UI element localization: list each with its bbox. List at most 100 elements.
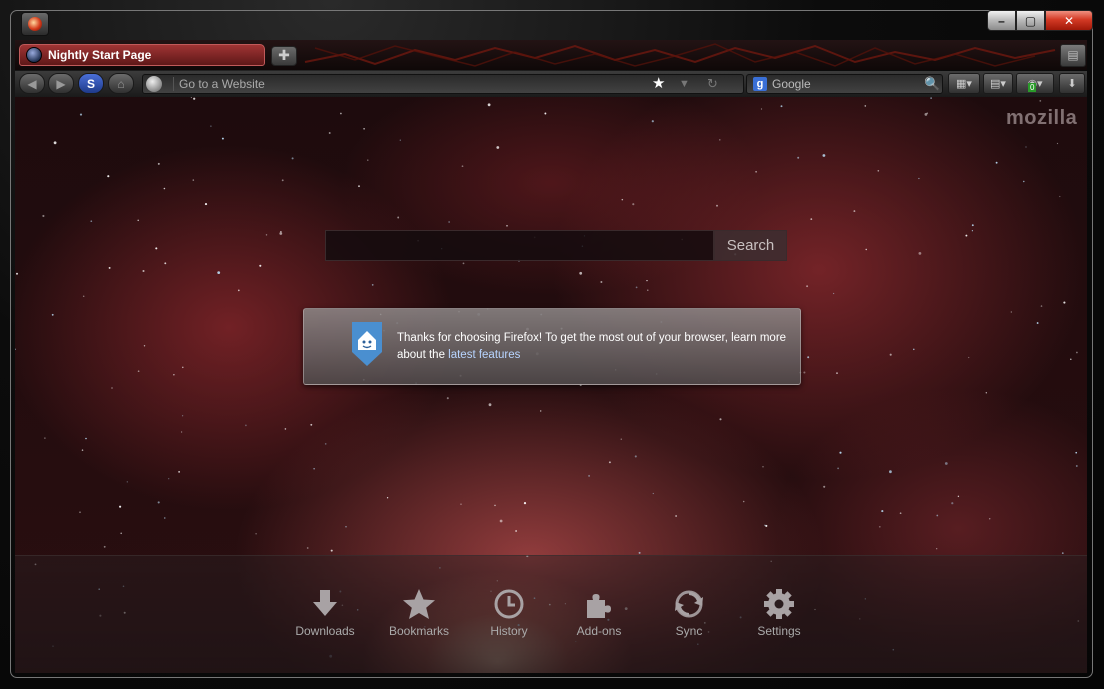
notifications-button[interactable]: ◉▾ 0: [1016, 73, 1054, 94]
new-tab-button[interactable]: ✚: [271, 46, 297, 66]
history-dropdown-icon[interactable]: ▼: [679, 75, 690, 93]
star-dot: [539, 410, 542, 412]
star-dot: [864, 105, 867, 107]
app-menu-button[interactable]: [21, 12, 49, 36]
launcher-label: Settings: [757, 624, 801, 638]
star-dot: [1059, 195, 1061, 198]
downloads-toolbar-button[interactable]: ⬇: [1059, 73, 1085, 94]
google-icon[interactable]: g: [753, 77, 767, 91]
star-dot: [155, 247, 158, 250]
launcher-downloads[interactable]: Downloads: [285, 586, 365, 638]
star-dot: [924, 113, 928, 116]
star-dot: [1075, 465, 1078, 467]
star-dot: [839, 451, 842, 454]
star-dot: [865, 248, 867, 251]
star-dot: [995, 161, 998, 164]
start-page: mozilla Search Thanks for choosing Firef…: [15, 97, 1087, 673]
star-dot: [446, 397, 449, 400]
star-dot: [190, 97, 193, 99]
star-dot: [399, 139, 401, 141]
star-dot: [137, 219, 139, 222]
start-search-input[interactable]: [325, 230, 714, 261]
star-dot: [832, 292, 835, 295]
star-dot: [386, 497, 389, 499]
url-input[interactable]: [179, 76, 649, 92]
star-dot: [79, 511, 81, 514]
star-dot: [719, 139, 721, 141]
star-dot: [600, 281, 603, 283]
star-dot: [119, 505, 122, 508]
bookmarks-menu-button[interactable]: ▤▾: [983, 73, 1013, 94]
launcher-sync[interactable]: Sync: [649, 586, 729, 638]
puzzle-icon: [587, 594, 611, 618]
star-dot: [878, 525, 881, 528]
star-dot: [719, 418, 722, 421]
launcher-label: History: [490, 624, 528, 638]
star-icon: [403, 589, 435, 619]
list-all-tabs-button[interactable]: ▤: [1060, 44, 1086, 67]
url-bar: ★ ▼ ↻: [142, 74, 744, 94]
minimize-button[interactable]: –: [987, 10, 1016, 31]
web-search-input[interactable]: [772, 76, 912, 92]
star-dot: [877, 169, 880, 172]
star-dot: [217, 271, 221, 274]
addon-toolbar-button[interactable]: ▦▾: [948, 73, 980, 94]
puzzle-piece-icon: ▦▾: [956, 78, 972, 90]
star-dot: [210, 125, 212, 127]
star-dot: [506, 224, 508, 227]
star-dot: [204, 203, 208, 206]
latest-features-link[interactable]: latest features: [448, 349, 520, 361]
search-magnifier-icon[interactable]: 🔍: [924, 75, 940, 93]
start-page-search: Search: [325, 230, 787, 261]
star-dot: [608, 461, 611, 464]
forward-button[interactable]: ▶: [48, 73, 74, 94]
star-dot: [462, 262, 465, 265]
star-dot: [881, 510, 884, 513]
reload-icon[interactable]: ↻: [707, 75, 718, 93]
star-dot: [957, 495, 960, 498]
mozilla-logo[interactable]: mozilla: [1006, 107, 1077, 130]
home-button[interactable]: ⌂: [108, 73, 134, 94]
firefox-house-icon: [352, 322, 382, 366]
star-dot: [255, 533, 257, 535]
star-dot: [460, 503, 462, 505]
star-dot: [310, 423, 313, 426]
star-dot: [487, 103, 491, 107]
window-controls: – ▢ ✕: [987, 10, 1093, 31]
search-button[interactable]: Search: [714, 230, 787, 261]
maximize-button[interactable]: ▢: [1016, 10, 1045, 31]
star-dot: [968, 356, 970, 359]
star-dot: [806, 285, 809, 288]
star-dot: [1056, 142, 1059, 145]
launcher-bookmarks[interactable]: Bookmarks: [379, 586, 459, 638]
star-dot: [647, 289, 649, 291]
star-dot: [985, 392, 987, 394]
star-dot: [1061, 552, 1064, 554]
star-dot: [620, 438, 623, 440]
tab-title: Nightly Start Page: [48, 48, 152, 62]
star-dot: [1075, 451, 1078, 454]
launcher-history[interactable]: History: [469, 586, 549, 638]
star-dot: [51, 313, 54, 316]
close-button[interactable]: ✕: [1045, 10, 1093, 31]
s-extension-button[interactable]: S: [78, 73, 104, 94]
star-dot: [675, 515, 677, 517]
star-dot: [281, 179, 284, 182]
launcher-settings[interactable]: Settings: [739, 586, 819, 638]
bookmarks-icon: ▤▾: [990, 78, 1006, 90]
clock-icon: [494, 589, 524, 619]
star-dot: [280, 230, 282, 233]
star-dot: [632, 203, 635, 206]
star-dot: [157, 162, 160, 165]
star-dot: [755, 170, 757, 173]
star-dot: [180, 431, 183, 433]
star-dot: [107, 175, 110, 178]
star-dot: [340, 112, 342, 115]
tab-nightly-start-page[interactable]: Nightly Start Page: [19, 44, 265, 66]
back-button[interactable]: ◀: [19, 73, 45, 94]
bookmark-star-icon[interactable]: ★: [652, 75, 665, 93]
star-dot: [1070, 358, 1072, 361]
snippet-text: Thanks for choosing Firefox! To get the …: [397, 330, 787, 364]
site-identity-icon[interactable]: [146, 76, 162, 92]
launcher-addons[interactable]: Add-ons: [559, 586, 639, 638]
